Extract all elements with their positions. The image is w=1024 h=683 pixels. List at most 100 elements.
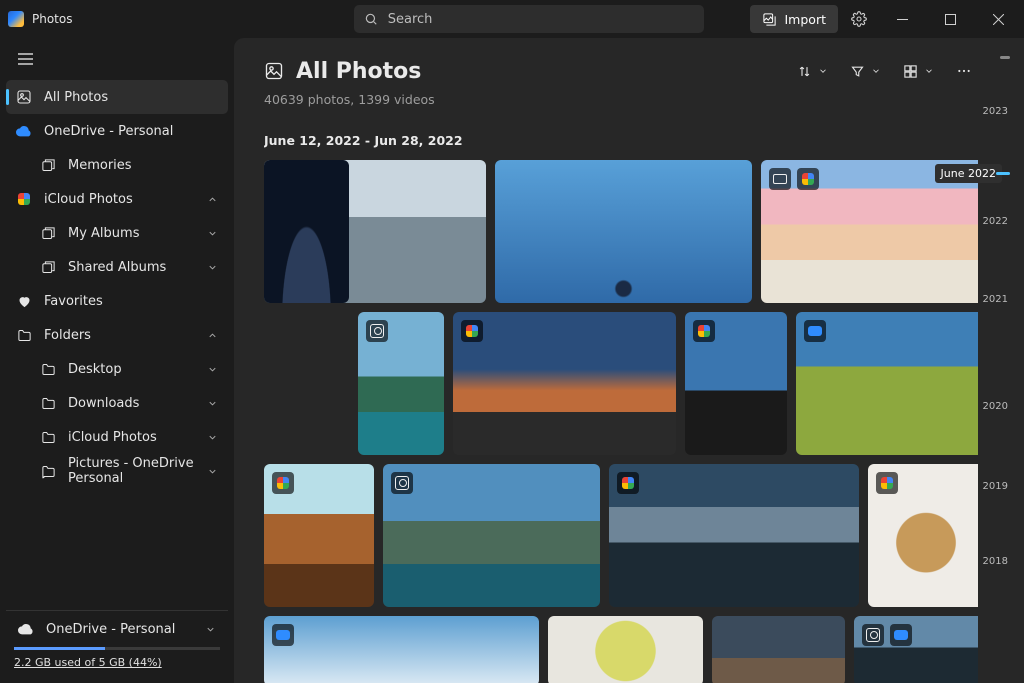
icloud-icon: [16, 191, 32, 207]
photo-tile[interactable]: [383, 464, 600, 607]
minimize-icon: [897, 14, 908, 25]
hamburger-button[interactable]: [10, 44, 40, 74]
photo-tile[interactable]: [264, 160, 349, 303]
grid-icon: [903, 64, 918, 79]
icloud-badge-icon: [617, 472, 639, 494]
search-input[interactable]: Search: [354, 5, 704, 33]
sidebar-item-all-photos[interactable]: All Photos: [6, 80, 228, 114]
filter-button[interactable]: [844, 56, 887, 86]
import-icon: [762, 12, 777, 27]
icloud-badge-icon: [461, 320, 483, 342]
timeline-year[interactable]: 2021: [983, 294, 1008, 305]
sidebar-item-label: Shared Albums: [68, 260, 166, 275]
photo-tile[interactable]: [712, 616, 845, 683]
import-label: Import: [785, 12, 827, 27]
timeline-year[interactable]: 2022: [983, 216, 1008, 227]
onedrive-badge-icon: [272, 624, 294, 646]
cloud-icon: [18, 621, 34, 637]
layout-button[interactable]: [897, 56, 940, 86]
chevron-up-icon: [207, 194, 218, 205]
photo-tile[interactable]: [868, 464, 978, 607]
close-icon: [993, 14, 1004, 25]
sidebar-item-label: iCloud Photos: [68, 430, 157, 445]
sidebar-item-icloud-folder[interactable]: iCloud Photos: [6, 420, 228, 454]
sidebar-item-label: Favorites: [44, 294, 103, 309]
sidebar-item-downloads[interactable]: Downloads: [6, 386, 228, 420]
photo-tile[interactable]: [495, 160, 752, 303]
sidebar-item-label: Memories: [68, 158, 132, 173]
settings-button[interactable]: [842, 4, 876, 34]
more-icon: [956, 63, 972, 79]
storage-account-label: OneDrive - Personal: [46, 622, 175, 637]
page-title-row: All Photos: [264, 59, 421, 84]
sidebar-item-label: All Photos: [44, 90, 108, 105]
gallery-icon: [40, 157, 56, 173]
sidebar-item-shared-albums[interactable]: Shared Albums: [6, 250, 228, 284]
sidebar-item-favorites[interactable]: Favorites: [6, 284, 228, 318]
timeline-current-marker: [996, 172, 1010, 175]
filter-icon: [850, 64, 865, 79]
sidebar-item-desktop[interactable]: Desktop: [6, 352, 228, 386]
storage-text[interactable]: 2.2 GB used of 5 GB (44%): [14, 656, 220, 669]
more-button[interactable]: [950, 56, 978, 86]
photo-tile[interactable]: [854, 616, 978, 683]
timeline-year[interactable]: 2020: [983, 401, 1008, 412]
sidebar-item-label: iCloud Photos: [44, 192, 133, 207]
photo-tile[interactable]: [358, 312, 444, 455]
folder-icon: [40, 361, 56, 377]
storage-fill: [14, 647, 105, 650]
app-icon: [8, 11, 24, 27]
import-button[interactable]: Import: [750, 5, 839, 33]
minimize-button[interactable]: [880, 4, 924, 34]
onedrive-icon: [16, 123, 32, 139]
sidebar-item-label: My Albums: [68, 226, 139, 241]
folder-icon: [16, 327, 32, 343]
storage-account-row[interactable]: OneDrive - Personal: [14, 621, 220, 637]
albums-icon: [40, 225, 56, 241]
sidebar: All Photos OneDrive - Personal Memories …: [0, 38, 234, 683]
photo-tile[interactable]: [609, 464, 859, 607]
photo-tile[interactable]: [264, 616, 539, 683]
chevron-up-icon: [207, 330, 218, 341]
timeline-year[interactable]: 2018: [983, 556, 1008, 567]
chevron-down-icon: [207, 432, 218, 443]
maximize-button[interactable]: [928, 4, 972, 34]
sidebar-item-label: OneDrive - Personal: [44, 124, 173, 139]
sidebar-item-pictures-onedrive[interactable]: Pictures - OneDrive Personal: [6, 454, 228, 488]
sidebar-item-onedrive[interactable]: OneDrive - Personal: [6, 114, 228, 148]
timeline-year[interactable]: 2023: [983, 106, 1008, 117]
sort-icon: [797, 64, 812, 79]
photo-tile[interactable]: [548, 616, 703, 683]
sidebar-item-label: Pictures - OneDrive Personal: [68, 456, 195, 486]
folder-icon: [40, 463, 56, 479]
sidebar-item-label: Folders: [44, 328, 91, 343]
icloud-badge-icon: [876, 472, 898, 494]
onedrive-badge-icon: [804, 320, 826, 342]
sidebar-item-my-albums[interactable]: My Albums: [6, 216, 228, 250]
close-button[interactable]: [976, 4, 1020, 34]
chevron-down-icon: [207, 398, 218, 409]
chevron-down-icon: [924, 66, 934, 76]
page-subtitle: 40639 photos, 1399 videos: [264, 92, 978, 107]
titlebar: Photos Search Import: [0, 0, 1024, 38]
storage-bar: [14, 647, 220, 650]
chevron-down-icon: [205, 624, 216, 635]
photo-tile[interactable]: [796, 312, 978, 455]
chevron-down-icon: [818, 66, 828, 76]
photo-tile[interactable]: [685, 312, 787, 455]
screenshot-badge-icon: [769, 168, 791, 190]
onedrive-badge-icon: [890, 624, 912, 646]
sort-button[interactable]: [791, 56, 834, 86]
timeline-scrubber[interactable]: 2023 June 2022 2022 2021 2020 2019 2018: [978, 56, 1008, 683]
date-range-label: June 12, 2022 - Jun 28, 2022: [264, 133, 978, 148]
shared-icon: [40, 259, 56, 275]
app-name: Photos: [32, 12, 72, 26]
timeline-year[interactable]: 2019: [983, 481, 1008, 492]
photo-tile[interactable]: [264, 464, 374, 607]
icloud-badge-icon: [693, 320, 715, 342]
sidebar-item-icloud[interactable]: iCloud Photos: [6, 182, 228, 216]
sidebar-item-memories[interactable]: Memories: [6, 148, 228, 182]
heart-icon: [16, 293, 32, 309]
photo-tile[interactable]: [453, 312, 676, 455]
sidebar-item-folders[interactable]: Folders: [6, 318, 228, 352]
